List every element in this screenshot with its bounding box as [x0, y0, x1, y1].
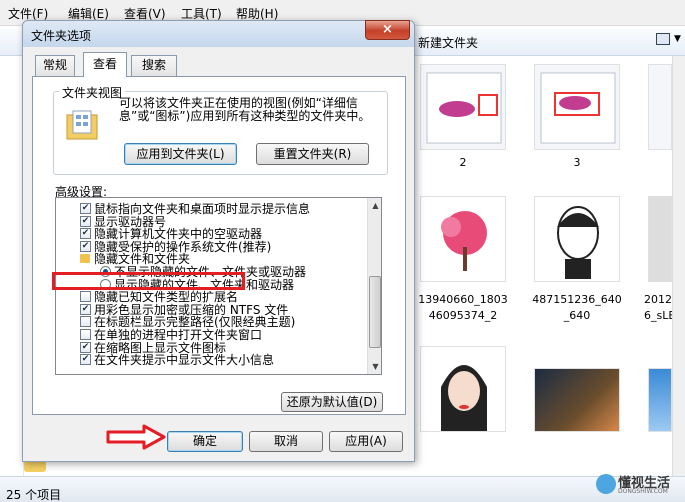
- checkbox-checked[interactable]: ✔: [80, 303, 91, 315]
- thumbnail-3[interactable]: [534, 64, 620, 150]
- thumbnail-girl-portrait[interactable]: [420, 346, 506, 432]
- girl-sketch-image: [557, 206, 599, 279]
- thumbnail-2[interactable]: [420, 64, 506, 150]
- highlight-annotation-box: [52, 272, 245, 290]
- restore-defaults-button[interactable]: 还原为默认值(D): [281, 392, 383, 412]
- close-button[interactable]: ×: [365, 20, 410, 40]
- checkbox-checked[interactable]: ✔: [80, 354, 91, 366]
- tree-image: [441, 211, 487, 271]
- portrait-image: [441, 365, 487, 431]
- scroll-down-icon[interactable]: ▼: [368, 359, 381, 374]
- advanced-list-scrollbar[interactable]: ▲ ▼: [367, 198, 381, 374]
- thumbnail-487151236[interactable]: [534, 196, 620, 282]
- item-count: 25 个项目: [6, 488, 62, 502]
- thumbnail-partial-3[interactable]: [648, 368, 672, 432]
- thumbnail-13940660[interactable]: [420, 196, 506, 282]
- reset-folders-button[interactable]: 重置文件夹(R): [256, 143, 369, 165]
- tab-search[interactable]: 搜索: [131, 55, 177, 76]
- folder-view-label: 文件夹视图: [59, 84, 126, 101]
- tab-view[interactable]: 查看: [83, 52, 127, 77]
- checkbox-unchecked[interactable]: [80, 316, 91, 328]
- scroll-thumb[interactable]: [369, 276, 381, 348]
- chevron-down-icon[interactable]: ▼: [674, 34, 681, 44]
- folder-view-description: 可以将该文件夹正在使用的视图(例如“详细信息”或“图标”)应用到所有这种类型的文…: [119, 96, 371, 123]
- watermark-icon: [596, 474, 616, 494]
- watermark-url: DONGSHIW.COM: [618, 488, 668, 495]
- dialog-title: 文件夹选项: [31, 29, 92, 43]
- folder-view-icon: [66, 110, 98, 140]
- scroll-up-icon[interactable]: ▲: [368, 198, 381, 213]
- checkbox-unchecked[interactable]: [80, 291, 91, 303]
- folder-options-dialog: 文件夹选项 × 常规 查看 搜索 文件夹视图 可以将该文件夹正在使用的视图(例如…: [22, 20, 415, 462]
- screenshot-thumbnail-image: [540, 72, 616, 144]
- thumbnail-label: 487151236_640 _640: [532, 293, 622, 322]
- thumbnail-label: 3: [573, 156, 581, 169]
- checkbox-checked[interactable]: ✔: [80, 228, 91, 240]
- arrow-right-icon: [106, 424, 166, 450]
- advanced-item-label: 在文件夹提示中显示文件大小信息: [94, 353, 275, 368]
- thumbnail-label: 13940660_1803 46095374_2: [418, 293, 508, 322]
- new-folder-button[interactable]: 新建文件夹: [418, 34, 478, 51]
- checkbox-unchecked[interactable]: [80, 329, 91, 340]
- thumbnail-partial[interactable]: [648, 64, 672, 150]
- apply-button[interactable]: 应用(A): [329, 431, 403, 452]
- cancel-button[interactable]: 取消: [249, 431, 323, 452]
- navigation-pane: [0, 56, 24, 476]
- thumbnail-partial-2[interactable]: [648, 196, 672, 282]
- folder-icon: [80, 254, 90, 264]
- view-options-icon[interactable]: [656, 33, 670, 45]
- dialog-title-bar[interactable]: 文件夹选项: [23, 21, 414, 47]
- thumbnail-flower[interactable]: [534, 368, 620, 432]
- checkbox-checked[interactable]: ✔: [80, 203, 91, 214]
- status-bar: 25 个项目: [0, 476, 685, 502]
- checkbox-checked[interactable]: ✔: [80, 215, 91, 227]
- checkbox-checked[interactable]: ✔: [80, 240, 91, 252]
- ok-button[interactable]: 确定: [167, 431, 243, 452]
- tab-general[interactable]: 常规: [35, 55, 75, 76]
- screenshot-thumbnail-image: [426, 72, 502, 144]
- content-scrollbar[interactable]: [672, 56, 685, 476]
- checkbox-checked[interactable]: ✔: [80, 341, 91, 353]
- thumbnail-label: 2: [459, 156, 467, 169]
- watermark-logo: 懂视生活 DONGSHIW.COM: [594, 472, 682, 498]
- apply-to-folders-button[interactable]: 应用到文件夹(L): [124, 143, 237, 165]
